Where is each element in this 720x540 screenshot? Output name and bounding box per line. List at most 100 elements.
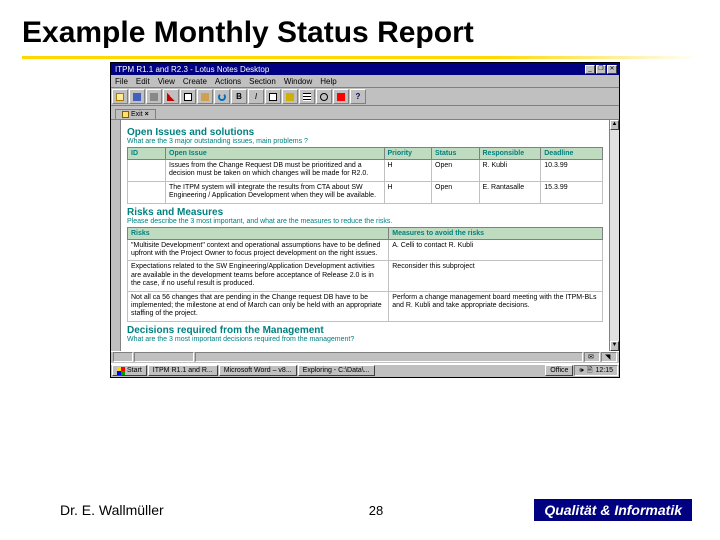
side-rail: [111, 120, 121, 351]
table-row: The ITPM system will integrate the resul…: [128, 181, 603, 203]
open-issues-heading: Open Issues and solutions: [127, 127, 603, 138]
table-row: "Multisite Development" context and oper…: [128, 239, 603, 261]
cell-priority: H: [384, 181, 432, 203]
statusbar: ✉ ◥: [111, 351, 619, 363]
app-window: ITPM R1.1 and R2.3 - Lotus Notes Desktop…: [110, 62, 620, 378]
footer-page-number: 28: [346, 503, 406, 518]
cell-risk: "Multisite Development" context and oper…: [128, 239, 389, 261]
vertical-scrollbar[interactable]: ▲ ▼: [609, 120, 619, 351]
tray-doc-icon[interactable]: 🗎: [587, 366, 593, 376]
toolbar-bold-icon[interactable]: B: [231, 89, 247, 104]
menu-actions[interactable]: Actions: [215, 77, 241, 86]
toolbar-cut-icon[interactable]: [163, 89, 179, 104]
window-title: ITPM R1.1 and R2.3 - Lotus Notes Desktop: [113, 65, 584, 74]
open-issues-subtext: What are the 3 major outstanding issues,…: [127, 138, 603, 145]
risks-heading: Risks and Measures: [127, 207, 603, 218]
status-net-icon: ◥: [601, 352, 617, 362]
open-issues-table: ID Open Issue Priority Status Responsibl…: [127, 147, 603, 204]
menu-window[interactable]: Window: [284, 77, 312, 86]
tab-exit-icon: [122, 111, 129, 118]
toolbar-open-icon[interactable]: [112, 89, 128, 104]
tray-volume-icon[interactable]: 🕪: [579, 366, 583, 376]
taskbar-task[interactable]: ITPM R1.1 and R...: [148, 365, 218, 376]
menu-file[interactable]: File: [115, 77, 128, 86]
tray-clock: 12:15: [595, 366, 613, 376]
cell-measure: Perform a change management board meetin…: [389, 291, 603, 321]
cell-id: [128, 160, 166, 182]
toolbar-print-icon[interactable]: [146, 89, 162, 104]
windows-logo-icon: [117, 367, 125, 375]
cell-risk: Not all ca 56 changes that are pending i…: [128, 291, 389, 321]
taskbar-task[interactable]: Exploring - C:\Data\...: [298, 365, 375, 376]
cell-status: Open: [432, 160, 480, 182]
cell-status: Open: [432, 181, 480, 203]
status-cell: [113, 352, 133, 362]
menu-create[interactable]: Create: [183, 77, 207, 86]
menu-edit[interactable]: Edit: [136, 77, 150, 86]
taskbar-office[interactable]: Office: [545, 365, 573, 376]
scroll-up-icon[interactable]: ▲: [610, 120, 619, 130]
col-measures: Measures to avoid the risks: [389, 227, 603, 239]
col-open-issue: Open Issue: [166, 148, 385, 160]
toolbar-help-icon[interactable]: ?: [350, 89, 366, 104]
toolbar-copy-icon[interactable]: [180, 89, 196, 104]
cell-responsible: E. Rantasalle: [479, 181, 541, 203]
tab-exit-label: Exit: [131, 111, 143, 118]
table-row: Expectations related to the SW Engineeri…: [128, 261, 603, 291]
toolbar-undo-icon[interactable]: [214, 89, 230, 104]
tab-close-icon[interactable]: ×: [145, 111, 149, 118]
footer-author: Dr. E. Wallmüller: [60, 502, 346, 518]
cell-deadline: 10.3.99: [541, 160, 603, 182]
toolbar-italic-icon[interactable]: I: [248, 89, 264, 104]
menu-section[interactable]: Section: [249, 77, 276, 86]
start-label: Start: [127, 366, 142, 376]
cell-issue: Issues from the Change Request DB must b…: [166, 160, 385, 182]
toolbar-save-icon[interactable]: [129, 89, 145, 104]
footer-brand: Qualität & Informatik: [534, 499, 692, 521]
title-underline: [22, 56, 698, 59]
slide-footer: Dr. E. Wallmüller 28 Qualität & Informat…: [0, 480, 720, 540]
menu-view[interactable]: View: [158, 77, 175, 86]
decisions-heading: Decisions required from the Management: [127, 325, 603, 336]
col-deadline: Deadline: [541, 148, 603, 160]
toolbar-search-icon[interactable]: [316, 89, 332, 104]
toolbar-grid-icon[interactable]: [299, 89, 315, 104]
cell-issue: The ITPM system will integrate the resul…: [166, 181, 385, 203]
cell-measure: A. Celli to contact R. Kubli: [389, 239, 603, 261]
toolbar-doc-icon[interactable]: [265, 89, 281, 104]
cell-id: [128, 181, 166, 203]
toolbar-attach-icon[interactable]: [282, 89, 298, 104]
menu-help[interactable]: Help: [320, 77, 336, 86]
minimize-button[interactable]: _: [585, 65, 595, 74]
risks-table: Risks Measures to avoid the risks "Multi…: [127, 227, 603, 322]
table-row: Issues from the Change Request DB must b…: [128, 160, 603, 182]
cell-risk: Expectations related to the SW Engineeri…: [128, 261, 389, 291]
slide-title: Example Monthly Status Report: [0, 0, 720, 54]
scroll-down-icon[interactable]: ▼: [610, 341, 619, 351]
col-id: ID: [128, 148, 166, 160]
maximize-button[interactable]: ❐: [596, 65, 606, 74]
table-row: Not all ca 56 changes that are pending i…: [128, 291, 603, 321]
tab-exit[interactable]: Exit ×: [115, 109, 156, 119]
scroll-track[interactable]: [610, 130, 619, 341]
cell-deadline: 15.3.99: [541, 181, 603, 203]
cell-measure: Reconsider this subproject: [389, 261, 603, 291]
toolbar: B I ?: [111, 88, 619, 106]
status-mail-icon: ✉: [584, 352, 600, 362]
toolbar-paste-icon[interactable]: [197, 89, 213, 104]
taskbar: Start ITPM R1.1 and R... Microsoft Word …: [111, 363, 619, 377]
status-cell: [195, 352, 583, 362]
cell-responsible: R. Kubli: [479, 160, 541, 182]
content-area: Open Issues and solutions What are the 3…: [111, 120, 619, 351]
col-status: Status: [432, 148, 480, 160]
close-button[interactable]: ✕: [607, 65, 617, 74]
cell-priority: H: [384, 160, 432, 182]
start-button[interactable]: Start: [112, 365, 147, 376]
toolbar-flag-icon[interactable]: [333, 89, 349, 104]
col-priority: Priority: [384, 148, 432, 160]
taskbar-task[interactable]: Microsoft Word – v8...: [219, 365, 297, 376]
document-page: Open Issues and solutions What are the 3…: [121, 120, 609, 351]
col-responsible: Responsible: [479, 148, 541, 160]
col-risks: Risks: [128, 227, 389, 239]
system-tray[interactable]: 🕪 🗎 12:15: [574, 365, 618, 376]
